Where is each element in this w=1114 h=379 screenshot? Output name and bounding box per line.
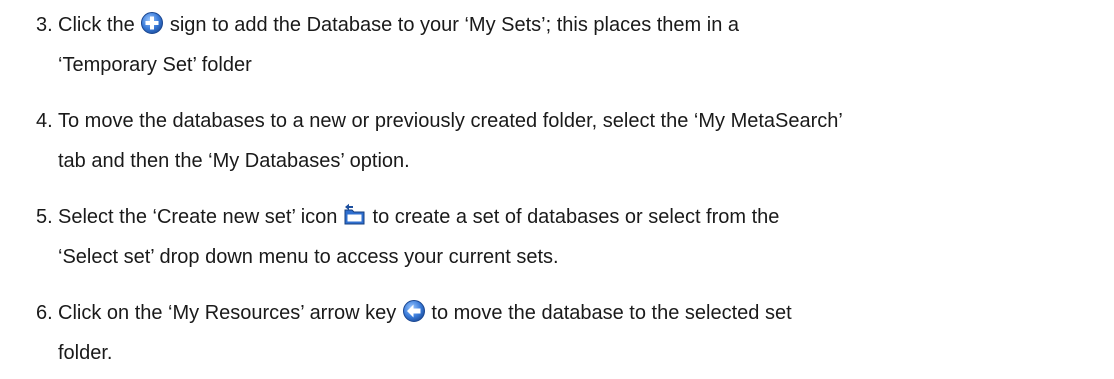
step-6-text-before-icon: Click on the ‘My Resources’ arrow key bbox=[58, 302, 397, 324]
step-5-line-1: Select the ‘Create new set’ icon to crea… bbox=[58, 197, 779, 237]
step-3-text-after-icon: sign to add the Database to your ‘My Set… bbox=[169, 14, 740, 36]
step-4-line-2: tab and then the ‘My Databases’ option. bbox=[58, 150, 410, 172]
step-6-line-1: Click on the ‘My Resources’ arrow key to… bbox=[58, 293, 792, 333]
step-3-text-before-icon: Click the bbox=[58, 14, 135, 36]
step-4-line-1: To move the databases to a new or previo… bbox=[58, 110, 843, 132]
step-3-line-2: ‘Temporary Set’ folder bbox=[58, 54, 252, 76]
step-number: 3. bbox=[36, 14, 53, 36]
step-5-text-after-icon: to create a set of databases or select f… bbox=[372, 206, 780, 228]
step-5-line-2: ‘Select set’ drop down menu to access yo… bbox=[58, 246, 559, 268]
instruction-document: 3. Click the sign to add the Database to… bbox=[0, 0, 1114, 379]
step-5-text-before-icon: Select the ‘Create new set’ icon bbox=[58, 206, 338, 228]
step-6-text-after-icon: to move the database to the selected set bbox=[431, 302, 792, 324]
add-plus-circle-icon bbox=[140, 11, 164, 35]
step-number: 4. bbox=[36, 110, 53, 132]
step-3-line-1: Click the sign to add the Database to yo… bbox=[58, 5, 739, 45]
step-6-line-2: folder. bbox=[58, 342, 113, 364]
step-number: 5. bbox=[36, 206, 53, 228]
arrow-left-circle-icon bbox=[402, 299, 426, 323]
step-number: 6. bbox=[36, 302, 53, 324]
create-new-set-folder-icon bbox=[343, 203, 367, 227]
